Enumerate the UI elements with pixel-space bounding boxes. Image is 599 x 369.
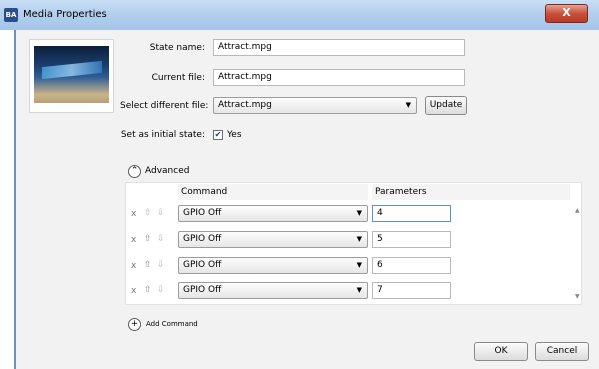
move-down-icon[interactable]: ⇩ bbox=[157, 208, 165, 218]
window-title: Media Properties bbox=[23, 9, 107, 20]
chevron-down-icon: ▼ bbox=[356, 235, 362, 243]
remove-row-button[interactable]: x bbox=[131, 235, 136, 245]
parameter-field[interactable]: 5 bbox=[372, 231, 451, 248]
title-bar: BA Media Properties X bbox=[0, 0, 599, 31]
scroll-up-icon[interactable]: ▲ bbox=[575, 207, 580, 214]
remove-row-button[interactable]: x bbox=[131, 261, 136, 271]
command-column-header: Command bbox=[178, 184, 368, 200]
state-name-label: State name: bbox=[149, 43, 205, 53]
media-thumbnail bbox=[29, 39, 114, 113]
parameter-field[interactable]: 7 bbox=[372, 282, 451, 299]
move-down-icon: ⇩ bbox=[157, 285, 165, 295]
command-value: GPIO Off bbox=[183, 260, 222, 270]
scroll-down-icon[interactable]: ▼ bbox=[575, 293, 580, 300]
command-dropdown[interactable]: GPIO Off ▼ bbox=[178, 257, 368, 274]
command-value: GPIO Off bbox=[183, 234, 222, 244]
command-value: GPIO Off bbox=[183, 285, 222, 295]
cancel-button[interactable]: Cancel bbox=[535, 342, 589, 361]
remove-row-button[interactable]: x bbox=[131, 286, 136, 296]
command-value: GPIO Off bbox=[183, 208, 222, 218]
add-icon[interactable]: + bbox=[128, 318, 141, 331]
move-up-icon[interactable]: ⇧ bbox=[144, 234, 152, 244]
initial-state-checkbox[interactable]: ✔ bbox=[213, 130, 223, 140]
move-up-icon[interactable]: ⇧ bbox=[144, 260, 152, 270]
current-file-field[interactable]: Attract.mpg bbox=[213, 69, 465, 86]
move-up-icon: ⇧ bbox=[144, 208, 152, 218]
close-button[interactable]: X bbox=[545, 4, 588, 23]
remove-row-button[interactable]: x bbox=[131, 209, 136, 219]
parameters-column-header: Parameters bbox=[372, 184, 570, 200]
chevron-down-icon: ▼ bbox=[356, 209, 362, 217]
select-file-label: Select different file: bbox=[120, 101, 209, 111]
select-file-value: Attract.mpg bbox=[218, 100, 272, 110]
initial-state-value: Yes bbox=[227, 130, 242, 140]
update-button[interactable]: Update bbox=[425, 96, 467, 115]
add-command-label[interactable]: Add Command bbox=[146, 320, 198, 328]
advanced-label[interactable]: Advanced bbox=[145, 166, 189, 176]
command-dropdown[interactable]: GPIO Off ▼ bbox=[178, 282, 368, 299]
parameter-field[interactable]: 4 bbox=[372, 205, 451, 222]
move-up-icon[interactable]: ⇧ bbox=[144, 285, 152, 295]
ok-button[interactable]: OK bbox=[474, 342, 528, 361]
collapse-advanced-icon[interactable]: ⌃ bbox=[128, 165, 141, 178]
initial-state-label: Set as initial state: bbox=[120, 130, 205, 140]
move-down-icon[interactable]: ⇩ bbox=[157, 234, 165, 244]
current-file-label: Current file: bbox=[151, 73, 205, 83]
state-name-field[interactable]: Attract.mpg bbox=[213, 39, 465, 56]
select-file-dropdown[interactable]: Attract.mpg ▼ bbox=[213, 97, 417, 114]
media-preview-image bbox=[34, 46, 109, 103]
move-down-icon[interactable]: ⇩ bbox=[157, 260, 165, 270]
chevron-down-icon: ▼ bbox=[405, 101, 411, 109]
parameter-field[interactable]: 6 bbox=[372, 257, 451, 274]
command-dropdown[interactable]: GPIO Off ▼ bbox=[178, 205, 368, 222]
chevron-down-icon: ▼ bbox=[356, 261, 362, 269]
chevron-down-icon: ▼ bbox=[356, 286, 362, 294]
command-dropdown[interactable]: GPIO Off ▼ bbox=[178, 231, 368, 248]
preview-highlight bbox=[42, 60, 102, 80]
media-app-icon: BA bbox=[4, 8, 18, 22]
